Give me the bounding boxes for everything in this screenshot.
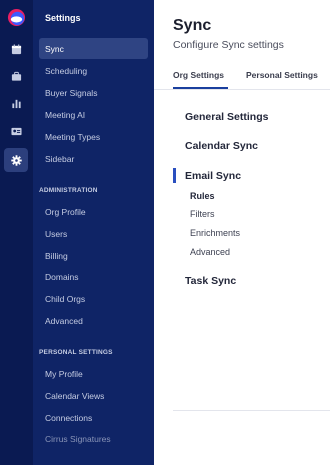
nav-email-rules[interactable]: Rules [190,191,215,201]
settings-sidebar: Settings Sync Scheduling Buyer Signals M… [33,0,154,465]
sidebar-item-meeting-ai[interactable]: Meeting AI [39,104,148,125]
analytics-nav-button[interactable] [4,91,28,115]
sidebar-item-sync[interactable]: Sync [39,38,148,59]
nav-email-filters[interactable]: Filters [190,209,215,219]
page-subtitle: Configure Sync settings [173,39,284,51]
sidebar-item-child-orgs[interactable]: Child Orgs [39,288,148,309]
sidebar-title: Settings [45,13,81,23]
nav-calendar-sync[interactable]: Calendar Sync [185,140,258,152]
gear-icon [10,154,22,166]
administration-heading: ADMINISTRATION [39,187,98,194]
sidebar-item-calendar-views[interactable]: Calendar Views [39,385,148,406]
sidebar-item-sidebar[interactable]: Sidebar [39,148,148,169]
content-divider [173,410,330,411]
settings-nav-button[interactable] [4,148,28,172]
sidebar-item-advanced[interactable]: Advanced [39,310,148,331]
calendar-nav-button[interactable] [4,37,28,61]
tab-personal-settings[interactable]: Personal Settings [246,70,318,80]
active-tab-indicator [173,87,228,89]
sidebar-item-users[interactable]: Users [39,223,148,244]
nav-general-settings[interactable]: General Settings [185,111,268,123]
sidebar-item-cirrus-signatures[interactable]: Cirrus Signatures [39,428,148,449]
tab-org-settings[interactable]: Org Settings [173,70,224,80]
cirrus-logo[interactable] [7,8,26,27]
id-card-icon [10,127,22,135]
bar-chart-icon [11,99,21,108]
sidebar-item-scheduling[interactable]: Scheduling [39,60,148,81]
sidebar-item-meeting-types[interactable]: Meeting Types [39,126,148,147]
nav-email-enrichments[interactable]: Enrichments [190,228,240,238]
nav-task-sync[interactable]: Task Sync [185,275,236,287]
selected-section-indicator [173,168,176,183]
sidebar-item-billing[interactable]: Billing [39,245,148,266]
contacts-nav-button[interactable] [4,119,28,143]
tab-divider [154,89,330,90]
sidebar-item-my-profile[interactable]: My Profile [39,363,148,384]
sidebar-item-buyer-signals[interactable]: Buyer Signals [39,82,148,103]
sidebar-item-org-profile[interactable]: Org Profile [39,201,148,222]
deals-nav-button[interactable] [4,64,28,88]
sidebar-item-domains[interactable]: Domains [39,266,148,287]
nav-email-sync[interactable]: Email Sync [185,170,241,182]
briefcase-icon [11,71,21,81]
page-title: Sync [173,17,212,34]
main-panel: Sync Configure Sync settings Org Setting… [154,0,330,465]
personal-settings-heading: PERSONAL SETTINGS [39,349,113,356]
nav-email-advanced[interactable]: Advanced [190,247,230,257]
calendar-icon [11,43,21,54]
icon-rail [0,0,33,465]
sidebar-item-connections[interactable]: Connections [39,407,148,428]
